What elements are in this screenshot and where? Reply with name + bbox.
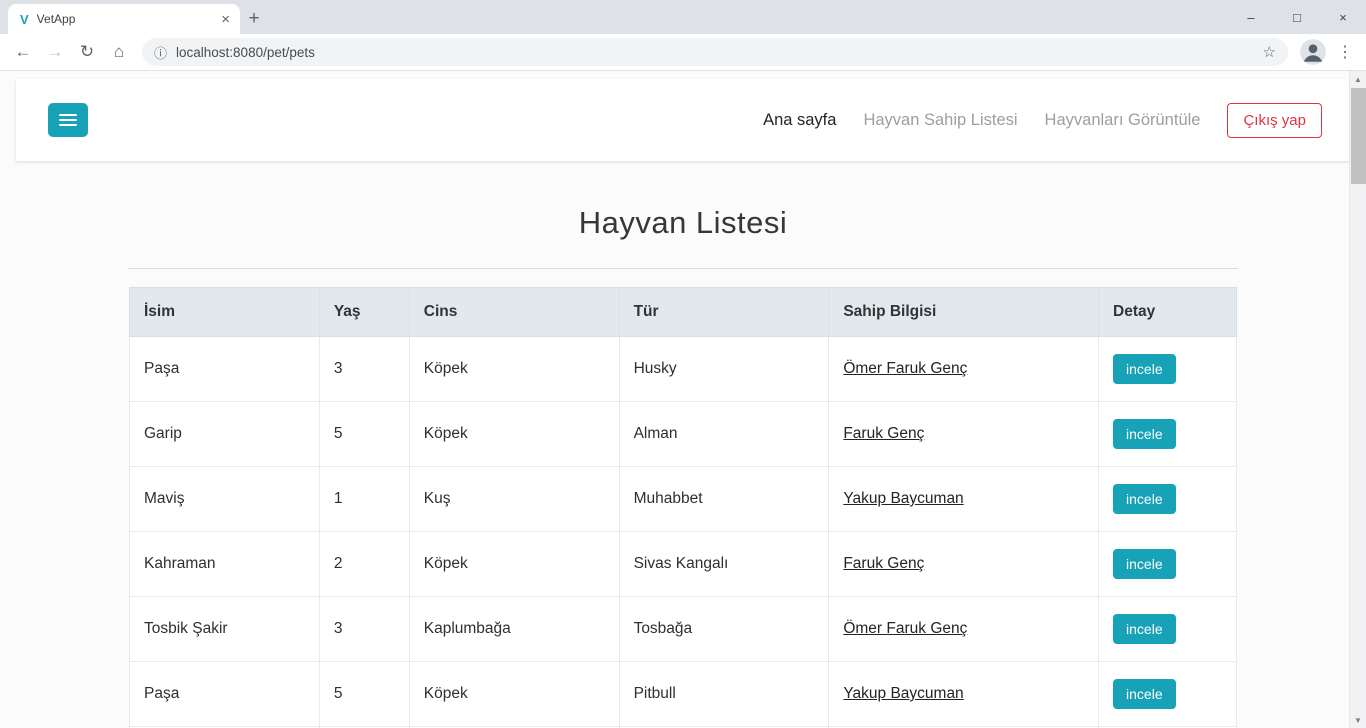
pet-tur: Alman [619, 402, 829, 467]
nav-link-owner-list[interactable]: Hayvan Sahip Listesi [863, 111, 1017, 130]
owner-link[interactable]: Faruk Genç [843, 425, 924, 442]
pet-name: Kahraman [130, 532, 320, 597]
pet-name: Maviş [130, 467, 320, 532]
window-close-button[interactable]: × [1320, 0, 1366, 34]
browser-titlebar: V VetApp × + – □ × [0, 0, 1366, 34]
new-tab-button[interactable]: + [240, 5, 268, 33]
pet-cins: Köpek [409, 662, 619, 727]
hamburger-menu-button[interactable] [48, 103, 88, 137]
url-text[interactable]: localhost:8080/pet/pets [176, 45, 1254, 60]
browser-tab[interactable]: V VetApp × [8, 4, 240, 34]
window-minimize-button[interactable]: – [1228, 0, 1274, 34]
header-isim: İsim [130, 288, 320, 337]
table-row: Tosbik Şakir 3 Kaplumbağa Tosbağa Ömer F… [130, 597, 1237, 662]
pet-cins: Kuş [409, 467, 619, 532]
page-title: Hayvan Listesi [0, 205, 1366, 241]
header-yas: Yaş [319, 288, 409, 337]
hamburger-bar [59, 119, 77, 121]
browser-toolbar: ← → ↻ ⌂ ⓘ localhost:8080/pet/pets ☆ ⋮ [0, 34, 1366, 71]
owner-link[interactable]: Faruk Genç [843, 555, 924, 572]
pet-tur: Muhabbet [619, 467, 829, 532]
header-sahip-bilgisi: Sahip Bilgisi [829, 288, 1099, 337]
pet-tur: Tosbağa [619, 597, 829, 662]
incele-button[interactable]: incele [1113, 614, 1176, 644]
pet-age: 5 [319, 662, 409, 727]
incele-button[interactable]: incele [1113, 354, 1176, 384]
page-content: Ana sayfa Hayvan Sahip Listesi Hayvanlar… [0, 71, 1366, 728]
header-detay: Detay [1099, 288, 1237, 337]
scroll-up-icon[interactable]: ▲ [1350, 71, 1366, 87]
nav-link-home[interactable]: Ana sayfa [763, 111, 836, 130]
incele-button[interactable]: incele [1113, 484, 1176, 514]
incele-button[interactable]: incele [1113, 549, 1176, 579]
pet-tur: Husky [619, 337, 829, 402]
pet-name: Garip [130, 402, 320, 467]
window-controls: – □ × [1228, 0, 1366, 34]
page-info-icon[interactable]: ⓘ [154, 43, 167, 62]
address-bar[interactable]: ⓘ localhost:8080/pet/pets ☆ [142, 38, 1288, 66]
pet-cins: Köpek [409, 337, 619, 402]
pet-age: 3 [319, 597, 409, 662]
pet-name: Paşa [130, 662, 320, 727]
owner-link[interactable]: Ömer Faruk Genç [843, 360, 967, 377]
owner-link[interactable]: Yakup Baycuman [843, 685, 963, 702]
nav-link-view-pets[interactable]: Hayvanları Görüntüle [1045, 111, 1201, 130]
table-row: Paşa 5 Köpek Pitbull Yakup Baycuman ince… [130, 662, 1237, 727]
table-row: Kahraman 2 Köpek Sivas Kangalı Faruk Gen… [130, 532, 1237, 597]
home-icon[interactable]: ⌂ [104, 37, 134, 67]
back-icon[interactable]: ← [8, 37, 38, 67]
page-scrollbar[interactable]: ▲ ▼ [1349, 71, 1366, 728]
scrollbar-thumb[interactable] [1351, 88, 1366, 184]
forward-icon: → [40, 37, 70, 67]
pet-cins: Köpek [409, 402, 619, 467]
header-tur: Tür [619, 288, 829, 337]
pet-tur: Pitbull [619, 662, 829, 727]
navbar-links: Ana sayfa Hayvan Sahip Listesi Hayvanlar… [763, 103, 1322, 138]
table-row: Paşa 3 Köpek Husky Ömer Faruk Genç incel… [130, 337, 1237, 402]
hamburger-bar [59, 124, 77, 126]
browser-menu-icon[interactable]: ⋮ [1332, 37, 1358, 67]
owner-link[interactable]: Ömer Faruk Genç [843, 620, 967, 637]
owner-link[interactable]: Yakup Baycuman [843, 490, 963, 507]
pet-tur: Sivas Kangalı [619, 532, 829, 597]
pet-name: Tosbik Şakir [130, 597, 320, 662]
table-row: Garip 5 Köpek Alman Faruk Genç incele [130, 402, 1237, 467]
pet-name: Paşa [130, 337, 320, 402]
pet-age: 5 [319, 402, 409, 467]
tab-close-icon[interactable]: × [219, 11, 232, 28]
scroll-down-icon[interactable]: ▼ [1350, 712, 1366, 728]
window-maximize-button[interactable]: □ [1274, 0, 1320, 34]
pet-cins: Kaplumbağa [409, 597, 619, 662]
incele-button[interactable]: incele [1113, 679, 1176, 709]
table-header-row: İsim Yaş Cins Tür Sahip Bilgisi Detay [130, 288, 1237, 337]
reload-icon[interactable]: ↻ [72, 37, 102, 67]
hamburger-bar [59, 114, 77, 116]
pet-table: İsim Yaş Cins Tür Sahip Bilgisi Detay Pa… [129, 287, 1237, 728]
tab-title: VetApp [37, 12, 212, 26]
pet-age: 2 [319, 532, 409, 597]
pet-age: 3 [319, 337, 409, 402]
pet-cins: Köpek [409, 532, 619, 597]
table-row: Maviş 1 Kuş Muhabbet Yakup Baycuman ince… [130, 467, 1237, 532]
bookmark-star-icon[interactable]: ☆ [1263, 43, 1276, 61]
profile-avatar[interactable] [1300, 39, 1326, 65]
pet-age: 1 [319, 467, 409, 532]
vetapp-favicon-icon: V [20, 12, 29, 27]
title-divider [128, 268, 1238, 269]
incele-button[interactable]: incele [1113, 419, 1176, 449]
header-cins: Cins [409, 288, 619, 337]
app-navbar: Ana sayfa Hayvan Sahip Listesi Hayvanlar… [16, 79, 1350, 161]
logout-button[interactable]: Çıkış yap [1227, 103, 1322, 138]
